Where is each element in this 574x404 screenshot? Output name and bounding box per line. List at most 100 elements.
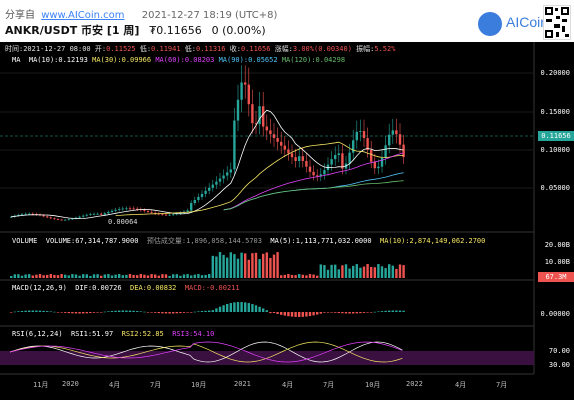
volume-bar — [154, 274, 157, 278]
candle-body — [298, 156, 301, 161]
volume-bar — [240, 252, 243, 278]
candle-body — [269, 130, 272, 135]
macd-bar — [13, 311, 16, 313]
volume-bar — [13, 274, 16, 278]
macd-bar — [197, 311, 200, 312]
volume-bar — [24, 274, 27, 278]
candle-body — [222, 175, 225, 179]
candle-body — [125, 208, 128, 210]
candle-body — [240, 82, 243, 100]
macd-bar — [154, 312, 157, 313]
volume-bar — [251, 253, 254, 278]
candle-body — [78, 216, 81, 218]
macd-bar — [85, 312, 88, 314]
candle-body — [49, 217, 52, 219]
volume-bar — [388, 264, 391, 278]
volume-bar — [377, 264, 380, 278]
x-tick: 4月 — [455, 381, 467, 389]
chart-area[interactable]: 时间:2021-12-27 08:00 开:0.11525 低:0.11941 … — [0, 42, 574, 400]
candle-body — [118, 209, 121, 210]
volume-bar — [85, 274, 88, 278]
x-tick: 4月 — [282, 381, 294, 389]
volume-bar — [10, 276, 13, 278]
macd-bar — [96, 312, 99, 313]
candle-body — [308, 166, 312, 172]
macd-value: MACD:-0.00211 — [184, 284, 240, 292]
macd-bar — [280, 312, 283, 315]
macd-bar — [244, 302, 247, 312]
volume-bar — [280, 275, 283, 278]
candle-body — [384, 145, 387, 158]
volume-bar — [197, 274, 200, 278]
macd-bar — [290, 312, 294, 317]
macd-bar — [283, 312, 286, 316]
ma30-line — [115, 141, 404, 216]
header: 分享自 www.AICoin.com 2021-12-27 18:19 (UTC… — [0, 0, 574, 46]
macd-bar — [251, 304, 254, 312]
volume-bar — [359, 267, 362, 278]
macd-dea: DEA:0.00832 — [130, 284, 177, 292]
rsi-tick: 70.00 — [548, 347, 570, 355]
macd-bar — [186, 312, 189, 313]
volume-bar — [42, 275, 45, 278]
candle-body — [359, 131, 362, 132]
volume-bar — [233, 254, 236, 278]
macd-bar — [366, 312, 369, 313]
candle-body — [197, 196, 200, 200]
macd-bar — [233, 302, 236, 312]
site-link[interactable]: www.AICoin.com — [41, 10, 124, 21]
macd-bar — [17, 311, 20, 312]
rsi-label: RSI(6,12,24) — [12, 330, 63, 338]
chart-canvas[interactable] — [0, 42, 574, 400]
volume-bar — [276, 252, 279, 278]
ma60-value: MA(60):0.08203 — [155, 56, 215, 64]
macd-bar — [215, 308, 218, 312]
volume-bar — [82, 274, 85, 278]
time-label: 时间: — [5, 45, 24, 53]
close-label: 收: — [229, 45, 241, 53]
high-value: 0.11941 — [151, 45, 181, 53]
macd-bar — [218, 306, 222, 312]
volume-tick: 20.00B — [544, 241, 570, 249]
candle-body — [85, 214, 88, 216]
volume-bar — [355, 264, 358, 278]
volume-bar — [56, 275, 60, 278]
qr-code-icon — [543, 5, 571, 40]
volume-bar — [301, 274, 304, 278]
candle-body — [330, 159, 333, 165]
candle-body — [103, 213, 106, 215]
volume-bar — [128, 274, 132, 278]
volume-bar — [150, 274, 153, 278]
macd-bar — [323, 312, 326, 313]
macd-bar — [42, 310, 45, 312]
candle-body — [258, 106, 261, 125]
candle-body — [395, 130, 398, 135]
macd-bar — [71, 312, 74, 314]
macd-bar — [168, 312, 171, 314]
macd-bar — [262, 308, 265, 312]
volume-bar — [402, 265, 405, 278]
volume-bar — [60, 274, 63, 278]
volume-bar — [254, 252, 258, 278]
volume-bar — [67, 275, 70, 278]
candle-body — [20, 214, 24, 216]
macd-bar — [370, 312, 373, 313]
candle-body — [236, 99, 240, 121]
volume-bar — [218, 252, 222, 278]
candle-body — [24, 213, 27, 215]
candle-body — [352, 140, 355, 153]
low-value: 0.11316 — [196, 45, 226, 53]
candle-body — [172, 214, 175, 216]
volume-bar — [316, 275, 319, 278]
macd-bar — [82, 312, 85, 314]
macd-bar — [64, 312, 67, 313]
volume-bar — [384, 268, 387, 278]
macd-bar — [179, 312, 182, 314]
candle-body — [391, 130, 394, 135]
volume-bar — [222, 254, 225, 278]
pair-title: ANKR/USDT 币安 [1 周] ₮0.11656 0 (0.00%) — [5, 22, 266, 38]
volume-bar — [31, 275, 34, 278]
candle-body — [82, 215, 85, 217]
change-value: 3.00%(0.00340) — [292, 45, 352, 53]
candle-body — [247, 84, 250, 105]
